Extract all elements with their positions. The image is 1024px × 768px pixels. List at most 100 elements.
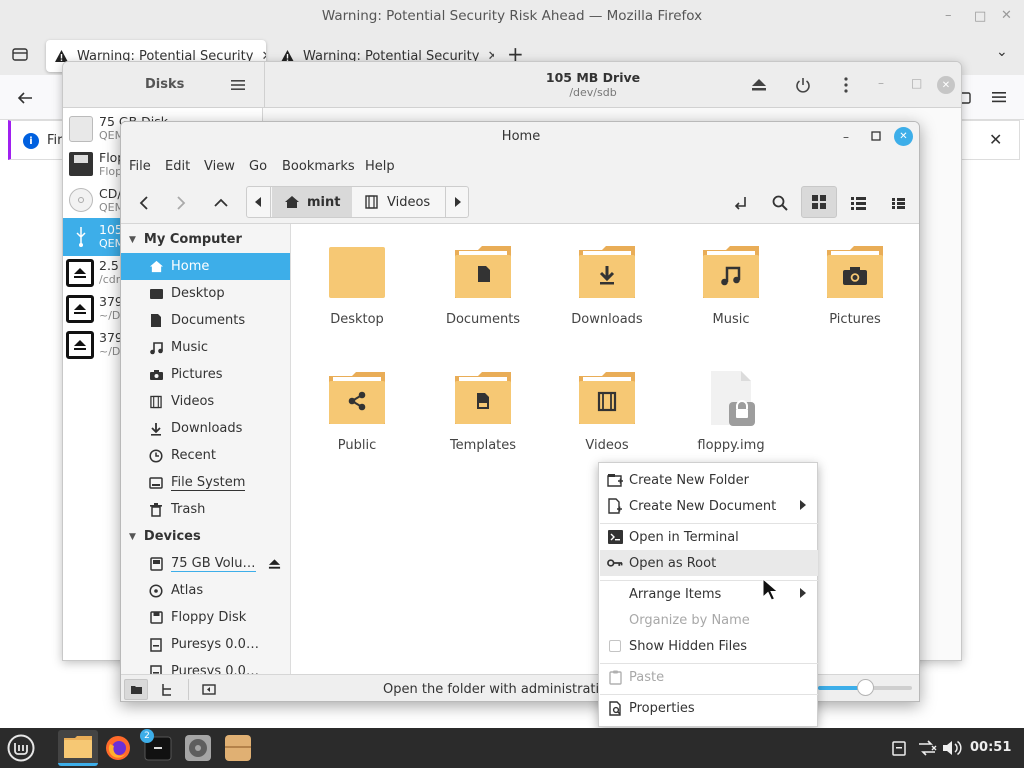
sidebar-item-pictures[interactable]: Pictures bbox=[121, 361, 290, 388]
taskbar-files-app[interactable] bbox=[58, 730, 98, 766]
loop-device-eject-icon bbox=[66, 259, 94, 287]
list-view-icon[interactable] bbox=[847, 192, 869, 214]
file-item-downloads[interactable]: Downloads bbox=[552, 244, 662, 327]
my-computer-header[interactable]: ▼ My Computer bbox=[121, 226, 290, 253]
nemo-minimize-icon[interactable]: – bbox=[843, 122, 849, 152]
sidebar-device-floppy[interactable]: Floppy Disk bbox=[121, 604, 290, 631]
hamburger-menu-icon[interactable] bbox=[990, 88, 1010, 106]
sidebar-device-atlas[interactable]: Atlas bbox=[121, 577, 290, 604]
desktop-icon bbox=[147, 285, 165, 303]
menu-item-label: Create New Folder bbox=[629, 472, 749, 488]
checkbox-unchecked[interactable] bbox=[607, 638, 623, 654]
up-chevron-icon[interactable] bbox=[210, 192, 232, 214]
sidebar-item-music[interactable]: Music bbox=[121, 334, 290, 361]
path-right-arrow-icon[interactable] bbox=[445, 187, 469, 217]
power-off-icon[interactable] bbox=[793, 75, 813, 95]
disks-close-icon[interactable]: ✕ bbox=[937, 76, 955, 94]
disks-maximize-icon[interactable]: □ bbox=[911, 76, 922, 90]
drive-sub: /cdr bbox=[99, 273, 121, 286]
taskbar-terminal-app[interactable]: 2 bbox=[140, 729, 176, 766]
sidebar-item-file-system[interactable]: File System bbox=[121, 469, 290, 496]
menu-item-show-hidden-files[interactable]: Show Hidden Files bbox=[600, 633, 818, 659]
menu-bookmarks[interactable]: Bookmarks bbox=[282, 159, 355, 174]
menu-item-open-as-root[interactable]: Open as Root bbox=[600, 550, 818, 576]
sidebar-device-puresys-2[interactable]: Puresys 0.0… bbox=[121, 658, 290, 674]
path-left-arrow-icon[interactable] bbox=[247, 187, 271, 217]
file-item-pictures[interactable]: Pictures bbox=[800, 244, 910, 327]
network-tray-icon[interactable] bbox=[917, 740, 937, 756]
mint-menu-icon[interactable] bbox=[7, 734, 35, 762]
eject-icon[interactable] bbox=[268, 558, 281, 570]
menu-item-create-new-document[interactable]: Create New Document bbox=[600, 493, 818, 519]
drive-options-icon[interactable] bbox=[839, 75, 853, 95]
tab-list-icon[interactable] bbox=[10, 44, 30, 64]
sidebar-device-75gb[interactable]: 75 GB Volu… bbox=[121, 550, 290, 577]
forward-chevron-icon[interactable] bbox=[170, 192, 192, 214]
sidebar-item-downloads[interactable]: Downloads bbox=[121, 415, 290, 442]
search-icon[interactable] bbox=[769, 192, 791, 214]
toggle-location-entry-icon[interactable] bbox=[730, 192, 752, 214]
nemo-close-icon[interactable]: ✕ bbox=[894, 127, 913, 146]
tab-overflow-chevron-icon[interactable]: ⌄ bbox=[996, 44, 1008, 60]
file-item-videos[interactable]: Videos bbox=[552, 370, 662, 453]
path-label: mint bbox=[307, 194, 341, 210]
path-button-mint[interactable]: mint bbox=[272, 187, 352, 217]
back-chevron-icon[interactable] bbox=[133, 192, 155, 214]
sidebar-label: Documents bbox=[171, 313, 246, 328]
taskbar-firefox-app[interactable] bbox=[100, 730, 136, 766]
file-item-desktop[interactable]: Desktop bbox=[302, 244, 412, 327]
show-treeview-icon[interactable] bbox=[155, 679, 179, 700]
firefox-maximize-icon[interactable]: □ bbox=[974, 9, 986, 24]
grid-icon bbox=[812, 195, 826, 209]
back-arrow-icon[interactable] bbox=[14, 88, 36, 108]
menu-item-create-new-folder[interactable]: Create New Folder bbox=[600, 467, 818, 493]
menu-go[interactable]: Go bbox=[249, 159, 267, 174]
menu-help[interactable]: Help bbox=[365, 159, 395, 174]
file-item-public[interactable]: Public bbox=[302, 370, 412, 453]
volume-tray-icon[interactable] bbox=[942, 739, 962, 757]
sidebar-item-videos[interactable]: Videos bbox=[121, 388, 290, 415]
menu-file[interactable]: File bbox=[129, 159, 151, 174]
menu-item-arrange-items[interactable]: Arrange Items bbox=[600, 581, 818, 607]
sidebar-item-recent[interactable]: Recent bbox=[121, 442, 290, 469]
notification-close-icon[interactable]: ✕ bbox=[989, 130, 1002, 149]
icon-view-button[interactable] bbox=[801, 186, 837, 218]
sidebar-device-puresys-1[interactable]: Puresys 0.0… bbox=[121, 631, 290, 658]
file-item-music[interactable]: Music bbox=[676, 244, 786, 327]
path-label: Videos bbox=[387, 194, 431, 210]
file-label: Pictures bbox=[829, 312, 881, 327]
info-icon: i bbox=[23, 133, 39, 149]
firefox-minimize-icon[interactable]: – bbox=[945, 8, 952, 23]
menu-edit[interactable]: Edit bbox=[165, 159, 190, 174]
clipboard-tray-icon[interactable] bbox=[891, 740, 907, 756]
nemo-maximize-icon[interactable] bbox=[870, 130, 882, 142]
menu-item-open-in-terminal[interactable]: Open in Terminal bbox=[600, 524, 818, 550]
devices-header[interactable]: ▼ Devices bbox=[121, 523, 290, 550]
sidebar-label: 75 GB Volu… bbox=[171, 555, 256, 572]
file-item-floppy-img[interactable]: floppy.img bbox=[676, 370, 786, 453]
sidebar-item-documents[interactable]: Documents bbox=[121, 307, 290, 334]
music-note-icon bbox=[147, 339, 165, 357]
disks-menu-icon[interactable] bbox=[229, 76, 247, 94]
menu-view[interactable]: View bbox=[204, 159, 235, 174]
taskbar-archive-app[interactable] bbox=[220, 730, 256, 766]
menu-item-properties[interactable]: Properties bbox=[600, 695, 818, 721]
firefox-close-icon[interactable]: ✕ bbox=[1001, 8, 1012, 23]
sidebar-item-home[interactable]: Home bbox=[121, 253, 290, 280]
zoom-slider-handle[interactable] bbox=[857, 679, 874, 696]
file-item-templates[interactable]: Templates bbox=[428, 370, 538, 453]
show-places-button[interactable] bbox=[124, 679, 148, 700]
drive-icon bbox=[147, 474, 165, 492]
file-item-documents[interactable]: Documents bbox=[428, 244, 538, 327]
taskbar-disks-app[interactable] bbox=[180, 730, 216, 766]
compact-view-icon[interactable] bbox=[887, 192, 909, 214]
disks-minimize-icon[interactable]: – bbox=[878, 76, 884, 90]
hide-sidebar-icon[interactable] bbox=[197, 679, 221, 700]
sidebar-label: Puresys 0.0… bbox=[171, 637, 259, 652]
context-menu: Create New Folder Create New Document Op… bbox=[598, 462, 818, 727]
sidebar-item-trash[interactable]: Trash bbox=[121, 496, 290, 523]
path-button-videos[interactable]: Videos bbox=[353, 187, 443, 217]
sidebar-item-desktop[interactable]: Desktop bbox=[121, 280, 290, 307]
eject-icon[interactable] bbox=[749, 76, 769, 94]
menu-item-label: Arrange Items bbox=[629, 586, 722, 602]
